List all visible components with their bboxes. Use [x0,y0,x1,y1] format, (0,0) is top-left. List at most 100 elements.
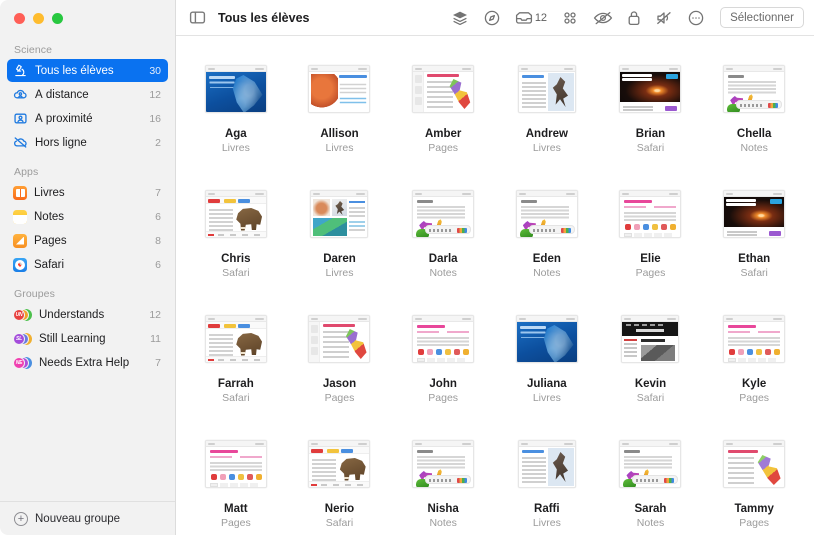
lock-button[interactable] [627,9,641,27]
student-card[interactable]: Elie Pages [599,171,703,296]
thumbnail-holder [495,54,599,124]
sidebar-item-still-learning[interactable]: SL Still Learning 11 [7,327,168,350]
sidebar-item-tous-les-eleves[interactable]: Tous les élèves 30 [7,59,168,82]
student-card[interactable]: John Pages [391,296,495,421]
student-card[interactable]: Nisha Notes [391,421,495,535]
student-card[interactable]: Ethan Safari [702,171,806,296]
screen-thumbnail[interactable] [308,65,371,113]
screen-thumbnail[interactable] [515,190,578,238]
cloud-person-icon [13,87,28,102]
new-group-button[interactable]: + Nouveau groupe [0,501,175,535]
zoom-window-button[interactable] [52,12,63,24]
student-card[interactable]: Kyle Pages [702,296,806,421]
screen-thumbnail[interactable] [515,315,578,363]
close-window-button[interactable] [14,12,25,24]
screen-thumbnail[interactable] [723,315,786,363]
sidebar-item-needs-extra-help[interactable]: NE Needs Extra Help 7 [7,351,168,374]
navigate-button[interactable] [483,9,501,27]
sidebar-item-count: 8 [155,234,161,247]
student-card[interactable]: Sarah Notes [599,421,703,535]
sidebar-item-a-proximite[interactable]: À proximité 16 [7,107,168,130]
student-card[interactable]: Allison Livres [288,46,392,171]
more-actions-button[interactable] [687,9,705,27]
inbox-button[interactable]: 12 [515,10,547,26]
hide-screen-button[interactable] [593,10,613,26]
screen-thumbnail[interactable] [621,315,680,363]
screen-thumbnail[interactable] [204,65,267,113]
mute-button[interactable] [655,10,673,26]
screen-thumbnail[interactable] [517,65,576,113]
sidebar-item-notes[interactable]: Notes 6 [7,205,168,228]
sidebar-item-livres[interactable]: Livres 7 [7,181,168,204]
sidebar-item-label: À proximité [35,112,93,125]
screen-thumbnail[interactable] [310,190,369,238]
screen-thumbnail[interactable] [204,440,267,488]
student-app: Livres [221,142,250,154]
app-window: Science Tous les élèves 30 À distance 12… [0,0,814,535]
minimize-window-button[interactable] [33,12,44,24]
screen-thumbnail[interactable] [412,315,475,363]
screen-thumbnail[interactable] [619,440,682,488]
student-card[interactable]: Brian Safari [599,46,703,171]
sidebar-item-count: 12 [149,88,161,101]
thumbnail-holder [288,429,392,499]
screen-thumbnail[interactable] [723,440,786,488]
student-card[interactable]: Jason Pages [288,296,392,421]
student-card[interactable]: Raffi Livres [495,421,599,535]
screen-thumbnail[interactable] [723,190,786,238]
student-name: Jason [322,378,357,390]
sidebar-item-safari[interactable]: Safari 6 [7,253,168,276]
sidebar-scroll-area[interactable]: Science Tous les élèves 30 À distance 12… [0,36,175,501]
sidebar-toggle-icon[interactable] [189,9,206,26]
student-name: Allison [320,128,359,140]
screen-thumbnail[interactable] [723,65,786,113]
sidebar-item-hors-ligne[interactable]: Hors ligne 2 [7,131,168,154]
screen-thumbnail[interactable] [619,190,682,238]
student-app: Notes [429,267,457,279]
student-app: Notes [740,142,768,154]
screen-thumbnail[interactable] [308,440,371,488]
student-card[interactable]: Amber Pages [391,46,495,171]
student-card[interactable]: Farrah Safari [184,296,288,421]
group-initials: SL [13,332,25,345]
screen-thumbnail[interactable] [204,190,267,238]
screen-thumbnail[interactable] [204,315,267,363]
thumbnail-holder [288,179,392,249]
student-name: Matt [224,503,248,515]
student-app: Livres [325,267,354,279]
thumbnail-holder [184,179,288,249]
student-card[interactable]: Juliana Livres [495,296,599,421]
screens-view-button[interactable] [451,9,469,27]
student-card[interactable]: Chella Notes [702,46,806,171]
group-icon: UN [13,308,32,322]
select-button[interactable]: Sélectionner [720,7,804,28]
sidebar-item-understands[interactable]: UN Understands 12 [7,303,168,326]
books-app-icon [13,185,27,200]
student-name: Brian [635,128,666,140]
student-card[interactable]: Tammy Pages [702,421,806,535]
student-name: Elie [640,253,661,265]
thumbnail-holder [184,54,288,124]
students-grid-scroll[interactable]: Aga Livres Allison Livres Amber Pages An… [176,36,814,535]
student-card[interactable]: Matt Pages [184,421,288,535]
screen-thumbnail[interactable] [412,190,475,238]
sidebar-item-pages[interactable]: Pages 8 [7,229,168,252]
sidebar-item-a-distance[interactable]: À distance 12 [7,83,168,106]
screen-thumbnail[interactable] [517,440,576,488]
student-card[interactable]: Darla Notes [391,171,495,296]
thumbnail-holder [391,304,495,374]
student-card[interactable]: Eden Notes [495,171,599,296]
screen-thumbnail[interactable] [412,65,475,113]
apps-button[interactable] [561,9,579,27]
sidebar-item-label: Still Learning [39,332,106,345]
screen-thumbnail[interactable] [619,65,682,113]
student-card[interactable]: Nerio Safari [288,421,392,535]
student-card[interactable]: Andrew Livres [495,46,599,171]
student-card[interactable]: Chris Safari [184,171,288,296]
student-card[interactable]: Aga Livres [184,46,288,171]
student-card[interactable]: Daren Livres [288,171,392,296]
student-app: Livres [532,392,561,404]
screen-thumbnail[interactable] [308,315,371,363]
student-card[interactable]: Kevin Safari [599,296,703,421]
screen-thumbnail[interactable] [412,440,475,488]
